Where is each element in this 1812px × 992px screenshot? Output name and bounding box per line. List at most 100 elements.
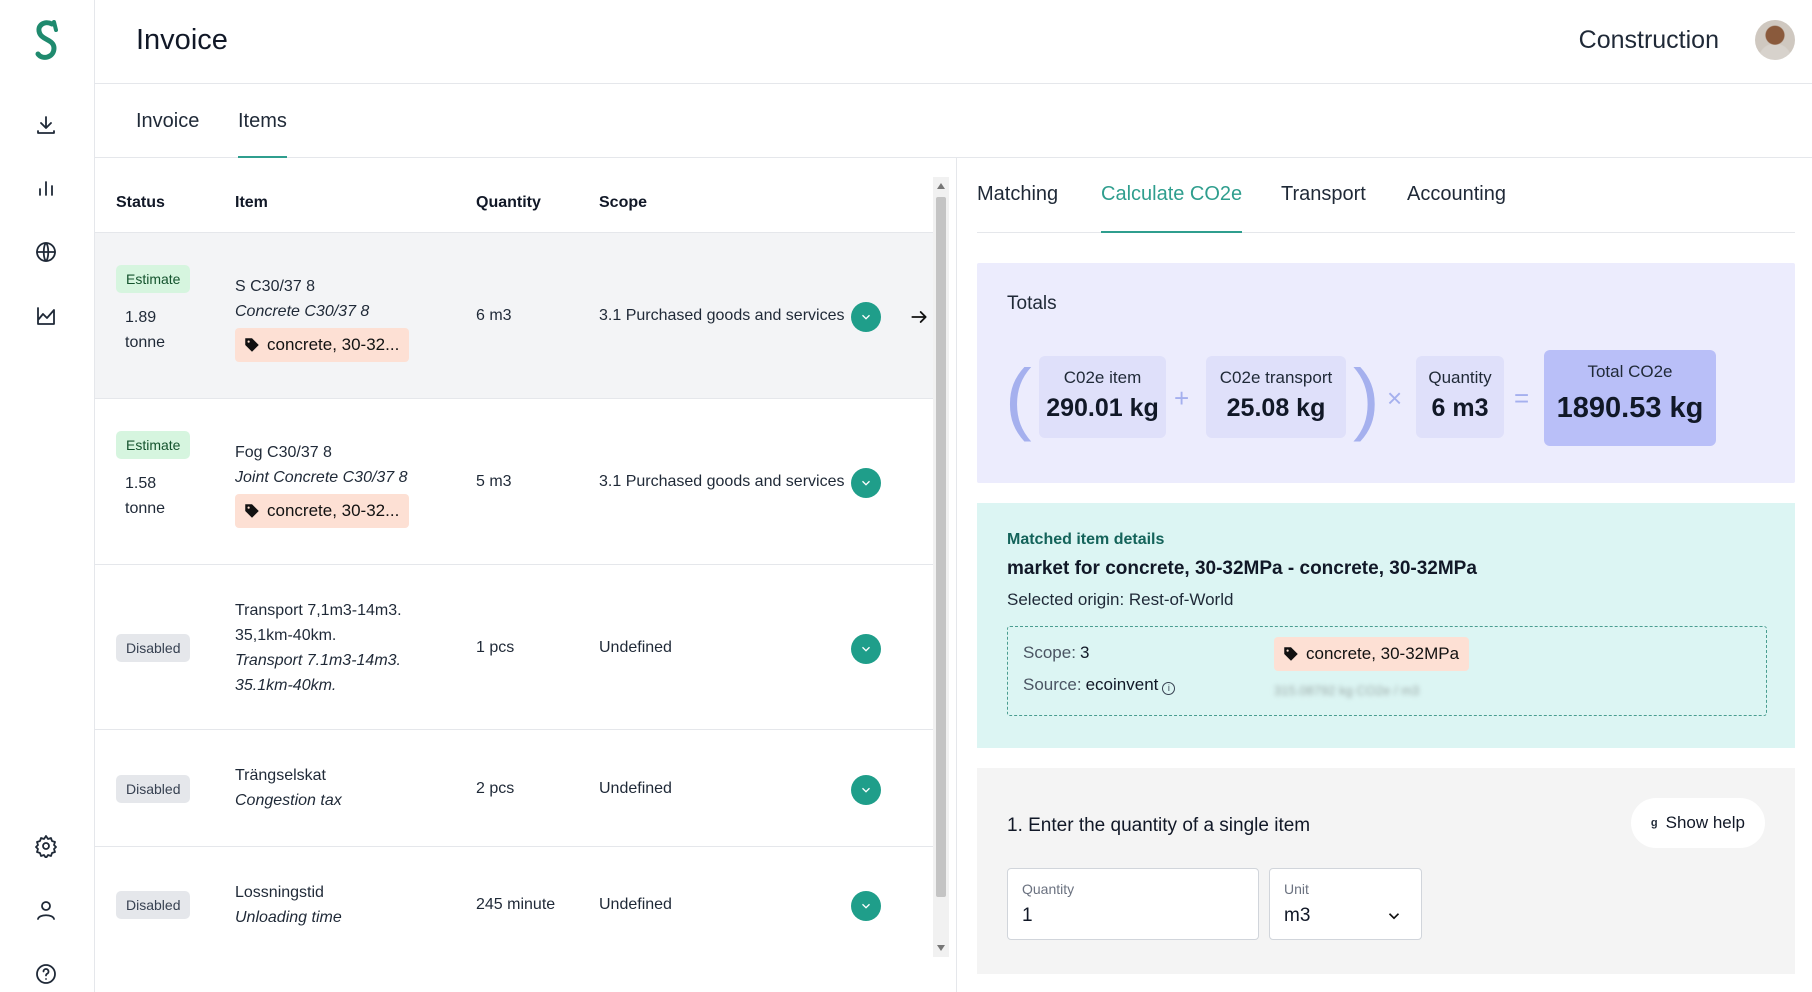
tab-items[interactable]: Items [238,110,287,158]
chevron-down-icon [862,903,870,909]
expand-button[interactable] [851,634,881,664]
item-scope: Undefined [599,780,672,797]
quantity-box: Quantity 6 m3 [1416,356,1504,438]
status-badge: Disabled [116,634,191,662]
co2e-item-value: 290.01 kg [1046,394,1159,422]
status-badge: Disabled [116,891,191,919]
logo[interactable] [30,18,64,66]
header-quantity: Quantity [476,194,541,211]
expand-button[interactable] [851,891,881,921]
logo-icon: g [1650,817,1658,829]
table-row[interactable]: Estimate 1.89 tonne S C30/37 8 Concrete C… [95,232,933,398]
total-co2e-value: 1890.53 kg [1556,392,1704,424]
item-scope: Undefined [599,896,672,913]
item-subtitle: Transport 7.1m3-14m3. 35.1km-40km. [235,652,401,694]
show-help-label: Show help [1665,813,1745,832]
totals-card: Totals ( C02e item 290.01 kg + C02e tran… [977,263,1795,483]
item-quantity: 6 m3 [476,307,512,324]
item-name: Lossningstid [235,884,324,901]
item-name: S C30/37 8 [235,278,316,295]
tab-invoice[interactable]: Invoice [136,110,199,133]
unit-select[interactable]: Unit m3 [1269,868,1422,940]
totals-title: Totals [1007,293,1057,314]
panel-divider [956,158,957,992]
matched-origin: Selected origin: Rest-of-World [1007,590,1234,609]
info-icon[interactable]: i [1162,682,1176,695]
item-scope: 3.1 Purchased goods and services [599,473,845,490]
avatar[interactable] [1755,20,1795,60]
tag-icon [245,338,259,352]
status-badge: Disabled [116,775,191,803]
header-item: Item [235,194,268,211]
scroll-up-arrow[interactable] [937,183,945,189]
unit-select-value[interactable]: m3 [1284,905,1310,927]
item-name: Fog C30/37 8 [235,444,332,461]
show-help-button[interactable]: g Show help [1630,798,1765,848]
sidebar [0,0,95,992]
table-row[interactable]: Disabled Transport 7,1m3-14m3. 35,1km-40k… [95,564,933,729]
org-name[interactable]: Construction [1579,26,1719,55]
expand-button[interactable] [851,468,881,498]
tab-transport[interactable]: Transport [1281,183,1366,206]
detail-tabs: Matching Calculate CO2e Transport Accoun… [977,158,1795,233]
co2e-transport-value: 25.08 kg [1226,394,1326,422]
area-chart-icon[interactable] [32,302,60,330]
scope-row: Scope: 3 [1023,643,1090,662]
table-row[interactable]: Disabled Lossningstid Unloading time 245… [95,846,933,992]
chevron-down-icon [862,314,870,320]
close-paren: ) [1353,353,1380,442]
category-tag[interactable]: concrete, 30-32... [235,328,410,362]
chevron-down-icon [862,480,870,486]
source-row: Source: ecoinvent i [1023,675,1176,695]
quantity-input-label: Quantity [1022,881,1075,897]
scroll-down-arrow[interactable] [937,945,945,951]
expand-button[interactable] [851,302,881,332]
quantity-card-title: 1. Enter the quantity of a single item [1007,815,1311,836]
quantity-value: 6 m3 [1431,394,1489,422]
matched-label: Matched item details [1007,531,1165,548]
matched-title: market for concrete, 30-32MPa - concrete… [1007,558,1477,579]
page-title: Invoice [136,24,228,56]
gear-icon[interactable] [32,832,60,860]
total-co2e-box: Total CO2e 1890.53 kg [1544,350,1716,446]
download-icon[interactable] [32,111,60,139]
globe-icon[interactable] [32,238,60,266]
plus-sign: + [1174,383,1190,413]
estimate-value: 1.89 tonne [125,309,166,351]
top-tabs: Invoice Items [95,84,1812,158]
scrollbar[interactable] [933,177,949,957]
item-name: Trängselskat [235,767,326,784]
tag-icon [245,504,259,518]
tab-accounting[interactable]: Accounting [1407,183,1506,206]
quantity-input[interactable]: Quantity 1 [1007,868,1259,940]
help-icon[interactable] [32,960,60,988]
open-paren: ( [1005,353,1032,442]
category-tag[interactable]: concrete, 30-32MPa [1274,637,1470,671]
unit-select-label: Unit [1284,881,1309,897]
scroll-thumb[interactable] [936,197,946,897]
items-table: Status Item Quantity Scope Estimate 1.89… [95,177,933,992]
estimate-value: 1.58 tonne [125,475,166,517]
expand-button[interactable] [851,775,881,805]
header-scope: Scope [599,194,648,211]
tab-calculate-co2e[interactable]: Calculate CO2e [1101,183,1243,233]
tag-icon [1284,647,1298,661]
total-co2e-label: Total CO2e [1587,362,1673,381]
matched-details-box: Scope: 3 Source: ecoinvent i concrete, 30-3… [1007,626,1767,716]
chevron-down-icon[interactable] [1385,907,1403,925]
category-tag[interactable]: concrete, 30-32... [235,494,410,528]
table-row[interactable]: Disabled Trängselskat Congestion tax 2 p… [95,729,933,846]
item-quantity: 5 m3 [476,473,512,490]
tab-matching[interactable]: Matching [977,183,1058,206]
user-icon[interactable] [32,896,60,924]
status-badge: Estimate [116,431,191,459]
item-subtitle: Concrete C30/37 8 [235,303,370,320]
emission-factor-blurred: 315.08792 kg CO2e / m3 [1274,683,1420,698]
tag-label: concrete, 30-32MPa [1306,644,1460,663]
bar-chart-icon[interactable] [32,174,60,202]
item-subtitle: Congestion tax [235,792,342,809]
arrow-right-icon[interactable] [909,307,929,327]
quantity-input-value[interactable]: 1 [1022,905,1033,927]
table-row[interactable]: Estimate 1.58 tonne Fog C30/37 8 Joint Co… [95,398,933,564]
header-status: Status [116,194,165,211]
